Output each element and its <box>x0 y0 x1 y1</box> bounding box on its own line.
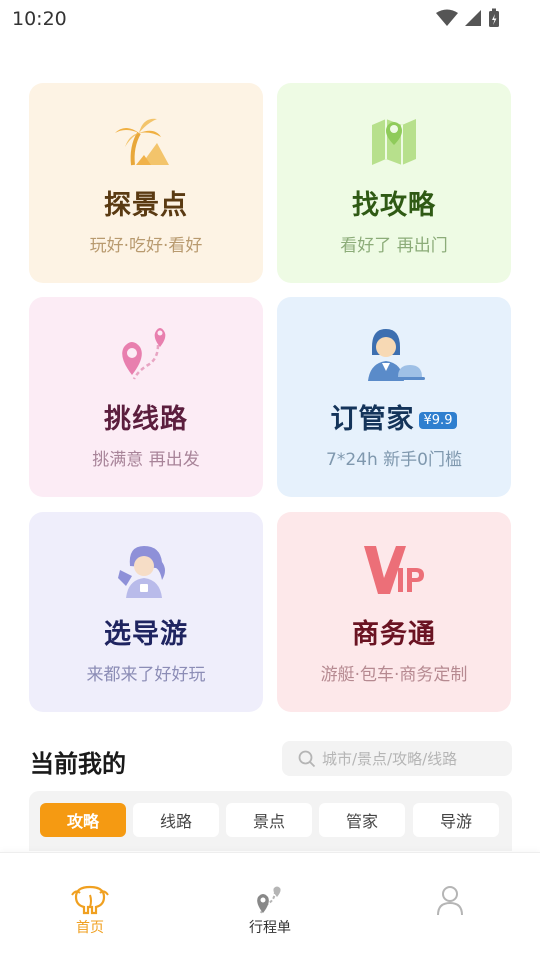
tab-attractions[interactable]: 景点 <box>226 803 312 837</box>
card-title: 商务通 <box>352 619 436 650</box>
nav-label: 行程单 <box>249 920 291 936</box>
search-icon <box>298 750 316 767</box>
card-choose-tour-guide[interactable]: 选导游 来都来了好好玩 <box>29 512 263 712</box>
profile-icon <box>400 881 500 915</box>
wifi-icon <box>436 9 458 26</box>
card-title: 探景点 <box>104 190 188 221</box>
card-find-guides[interactable]: 找攻略 看好了 再出门 <box>277 83 511 283</box>
nav-home[interactable]: 首页 <box>40 881 140 937</box>
card-subtitle: 游艇·包车·商务定制 <box>320 665 468 685</box>
card-title: 挑线路 <box>104 404 188 435</box>
category-tabs: 攻略 线路 景点 管家 导游 <box>29 791 512 851</box>
card-title: 订管家 ¥9.9 <box>277 397 511 436</box>
card-title: 找攻略 <box>352 190 436 221</box>
butler-icon <box>277 323 511 387</box>
tab-tour-guides[interactable]: 导游 <box>413 803 499 837</box>
card-subtitle: 看好了 再出门 <box>340 236 448 256</box>
nav-profile[interactable] <box>400 881 500 917</box>
card-explore-attractions[interactable]: 探景点 玩好·吃好·看好 <box>29 83 263 283</box>
card-title: 选导游 <box>104 619 188 650</box>
card-subtitle: 玩好·吃好·看好 <box>89 236 203 256</box>
elephant-home-icon <box>40 881 140 915</box>
card-subtitle: 挑满意 再出发 <box>92 450 200 470</box>
signal-icon <box>465 10 481 26</box>
route-icon <box>29 323 263 387</box>
palm-tree-icon <box>29 109 263 173</box>
card-subtitle: 7*24h 新手0门槛 <box>326 450 462 470</box>
card-book-butler[interactable]: 订管家 ¥9.9 7*24h 新手0门槛 <box>277 297 511 497</box>
tour-guide-icon <box>29 538 263 602</box>
card-subtitle: 来都来了好好玩 <box>86 665 206 685</box>
bottom-nav: 首页 行程单 <box>0 852 540 960</box>
section-title: 当前我的 <box>30 750 126 778</box>
status-bar: 10:20 <box>0 0 540 40</box>
price-badge: ¥9.9 <box>418 412 458 429</box>
status-icons <box>436 8 500 28</box>
tab-butlers[interactable]: 管家 <box>319 803 405 837</box>
search-input[interactable]: 城市/景点/攻略/线路 <box>282 741 512 776</box>
nav-itinerary[interactable]: 行程单 <box>220 881 320 937</box>
card-business[interactable]: 商务通 游艇·包车·商务定制 <box>277 512 511 712</box>
nav-label: 首页 <box>76 920 104 936</box>
card-title-text: 订管家 <box>330 404 415 435</box>
card-choose-routes[interactable]: 挑线路 挑满意 再出发 <box>29 297 263 497</box>
battery-icon <box>489 8 499 27</box>
status-time: 10:20 <box>12 8 67 30</box>
tab-routes[interactable]: 线路 <box>133 803 219 837</box>
search-placeholder: 城市/景点/攻略/线路 <box>322 750 458 768</box>
tab-guides[interactable]: 攻略 <box>40 803 126 837</box>
itinerary-icon <box>220 881 320 915</box>
map-pin-icon <box>277 109 511 173</box>
vip-icon <box>277 538 511 602</box>
